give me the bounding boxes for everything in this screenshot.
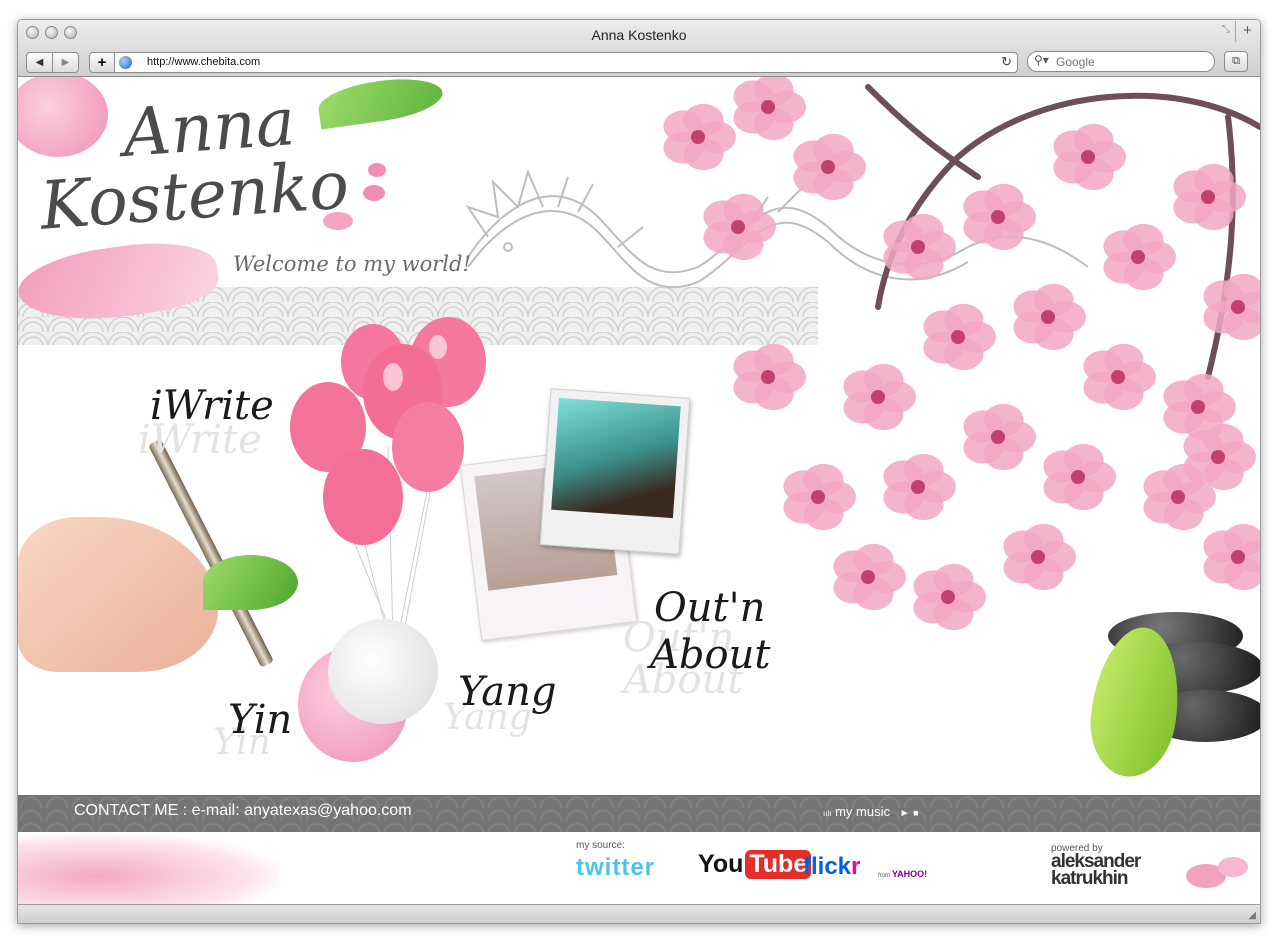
add-bookmark-button[interactable]: + — [89, 52, 115, 73]
music-label: my music — [835, 804, 890, 819]
footer-petals-decoration — [18, 834, 278, 904]
blossom-flower — [913, 563, 986, 631]
globe-icon — [119, 56, 132, 69]
history-buttons: ◀ ▶ — [26, 52, 79, 73]
blossom-flower — [883, 453, 956, 521]
leaf-decoration — [203, 555, 298, 610]
status-bar: ◢ — [18, 904, 1260, 923]
blossom-flower — [793, 133, 866, 201]
music-play-icon[interactable]: ► — [900, 808, 910, 819]
new-tab-button[interactable]: + — [1235, 21, 1259, 42]
blossom-flower — [663, 103, 736, 171]
photo-portrait — [551, 397, 681, 519]
music-player: ıılı my music ► ■ — [823, 804, 919, 819]
youtube-you: You — [698, 850, 744, 878]
flickr-flick: flick — [803, 853, 852, 880]
blossom-flower — [843, 363, 916, 431]
site-tagline: Welcome to my world! — [233, 252, 471, 276]
blossom-flower — [1053, 123, 1126, 191]
volume-icon[interactable]: ıılı — [823, 809, 831, 818]
blossom-flower — [1203, 273, 1260, 341]
forward-button[interactable]: ▶ — [53, 52, 79, 73]
flickr-from: from — [878, 873, 890, 879]
contact-bar: CONTACT ME : e-mail: anyatexas@yahoo.com… — [18, 795, 1260, 832]
petal-decoration — [368, 163, 386, 177]
nav-out-about-line2[interactable]: About — [650, 632, 770, 678]
window-title: Anna Kostenko — [591, 27, 687, 43]
blossom-flower — [883, 213, 956, 281]
address-bar[interactable]: http://www.chebita.com ↻ — [114, 52, 1018, 73]
footer-petal — [1218, 857, 1248, 877]
my-source-label: my source: — [576, 840, 625, 851]
blossom-flower — [923, 303, 996, 371]
reload-icon[interactable]: ↻ — [1001, 54, 1012, 70]
nav-yang[interactable]: Yang — [458, 669, 557, 715]
back-button[interactable]: ◀ — [26, 52, 53, 73]
contact-email-link[interactable]: CONTACT ME : e-mail: anyatexas@yahoo.com — [74, 802, 412, 820]
search-field[interactable]: ⚲▾ — [1027, 51, 1215, 72]
author-line2: katrukhin — [1051, 868, 1129, 889]
url-text[interactable]: http://www.chebita.com — [147, 56, 260, 68]
flickr-link[interactable]: flickr — [803, 853, 860, 881]
blossom-flower — [733, 343, 806, 411]
nav-out-about-line1[interactable]: Out'n — [654, 585, 765, 631]
blossom-flower — [1103, 223, 1176, 291]
petal-decoration — [18, 77, 108, 157]
author-credit-link[interactable]: aleksander katrukhin — [1051, 852, 1141, 889]
forward-icon: ▶ — [61, 57, 70, 68]
blossom-flower — [833, 543, 906, 611]
site-logo-last-name[interactable]: Kostenko — [38, 146, 352, 244]
resize-grip-icon[interactable]: ◢ — [1248, 910, 1256, 921]
search-input[interactable] — [1054, 54, 1208, 70]
yahoo-text: YAHOO! — [892, 869, 928, 879]
photo-frame-portrait[interactable] — [539, 388, 691, 555]
yin-yang-pigs-illustration[interactable] — [298, 619, 438, 764]
back-icon: ◀ — [35, 57, 44, 68]
blossom-flower — [733, 77, 806, 141]
blossom-flower — [1003, 523, 1076, 591]
blossom-flower — [703, 193, 776, 261]
blossom-flower — [783, 463, 856, 531]
youtube-link[interactable]: You Tube — [698, 850, 812, 879]
blossom-flower — [1203, 523, 1260, 591]
bookmarks-button[interactable]: ⧉ — [1224, 51, 1248, 72]
blossom-flower — [1083, 343, 1156, 411]
blossom-flower — [963, 403, 1036, 471]
browser-window: Anna Kostenko ⤡ + ◀ ▶ + http://www.chebi… — [17, 19, 1261, 924]
petal-decoration — [363, 185, 385, 201]
music-stop-icon[interactable]: ■ — [913, 808, 918, 818]
blossom-flower — [1013, 283, 1086, 351]
nav-iwrite[interactable]: iWrite — [150, 383, 274, 429]
title-bar: Anna Kostenko ⤡ + ◀ ▶ + http://www.chebi… — [18, 20, 1260, 77]
twitter-link[interactable]: twitter — [576, 854, 655, 882]
nav-yin[interactable]: Yin — [228, 697, 292, 743]
page-content: Anna Kostenko Welcome to my world! iWrit… — [18, 77, 1260, 905]
blossom-flower — [1043, 443, 1116, 511]
search-icon: ⚲▾ — [1034, 53, 1049, 67]
fullscreen-icon[interactable]: ⤡ — [1222, 24, 1230, 35]
leaf-decoration — [315, 77, 446, 130]
hand-illustration — [18, 517, 218, 672]
blossom-flower — [1183, 423, 1256, 491]
youtube-tube: Tube — [745, 850, 812, 879]
flickr-r: r — [851, 853, 861, 880]
white-pig — [328, 619, 438, 724]
flickr-yahoo-label: from YAHOO! — [878, 869, 927, 879]
bookmarks-icon: ⧉ — [1232, 55, 1240, 67]
blossom-flower — [963, 183, 1036, 251]
